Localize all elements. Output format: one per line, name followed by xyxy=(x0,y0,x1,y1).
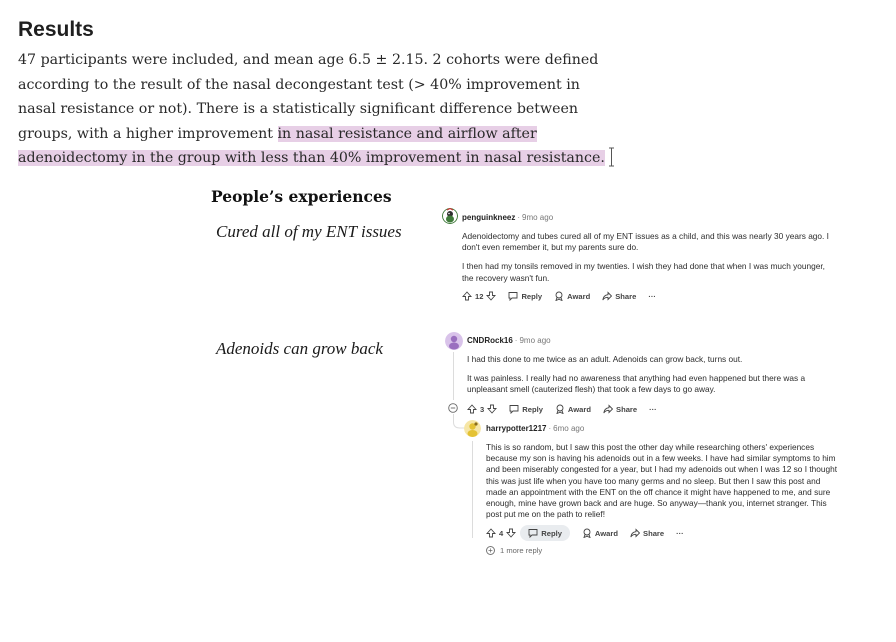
comment-username[interactable]: penguinkneez xyxy=(462,213,515,222)
more-options-icon: ··· xyxy=(649,404,657,414)
share-icon xyxy=(603,404,613,414)
downvote-icon[interactable] xyxy=(487,404,498,414)
share-button[interactable]: Share xyxy=(602,289,636,303)
avatar-harrypotter1217[interactable] xyxy=(464,420,481,437)
comment-paragraph: It was painless. I really had no awarene… xyxy=(467,373,806,395)
more-replies-link[interactable]: + 1 more reply xyxy=(486,546,542,555)
avatar-penguinkneez[interactable] xyxy=(442,208,458,224)
comment-body: Adenoidectomy and tubes cured all of my … xyxy=(462,231,832,292)
share-button[interactable]: Share xyxy=(630,526,664,540)
more-replies-label: 1 more reply xyxy=(500,546,543,555)
share-label: Share xyxy=(643,528,665,538)
upvote-icon[interactable] xyxy=(462,291,472,301)
comment-actions: 12 Reply Award Share ··· xyxy=(462,289,668,303)
share-label: Share xyxy=(616,404,638,414)
quote-grow-back: Adenoids can grow back xyxy=(216,339,383,358)
thread-line[interactable] xyxy=(453,352,454,400)
text-cursor-icon xyxy=(608,147,614,167)
share-icon xyxy=(630,528,640,538)
share-button[interactable]: Share xyxy=(603,402,637,416)
experiences-title: People’s experiences xyxy=(211,187,392,206)
comment-body: I had this done to me twice as an adult.… xyxy=(467,354,817,404)
results-paragraph: 47 participants were included, and mean … xyxy=(18,48,618,171)
reply-icon xyxy=(509,292,518,301)
comment-time: 9mo ago xyxy=(522,213,554,222)
more-options-icon: ··· xyxy=(648,291,656,301)
more-options-icon: ··· xyxy=(676,528,684,538)
award-label: Award xyxy=(567,404,591,414)
award-button[interactable]: Award xyxy=(554,289,590,303)
more-options-button[interactable]: ··· xyxy=(648,290,656,303)
comment-paragraph: This is so random, but I saw this post t… xyxy=(486,442,837,520)
award-button[interactable]: Award xyxy=(582,526,618,540)
results-heading: Results xyxy=(18,18,94,41)
comment-paragraph: I had this done to me twice as an adult.… xyxy=(467,354,743,364)
comment-username[interactable]: harrypotter1217 xyxy=(486,424,546,433)
award-icon xyxy=(556,404,564,414)
award-icon xyxy=(555,291,563,301)
reply-icon xyxy=(509,405,519,414)
upvote-icon[interactable] xyxy=(486,528,496,538)
more-options-button[interactable]: ··· xyxy=(676,527,684,540)
comment-body: This is so random, but I saw this post t… xyxy=(486,442,838,528)
award-icon xyxy=(583,528,591,538)
downvote-icon[interactable] xyxy=(506,528,517,538)
more-options-button[interactable]: ··· xyxy=(649,403,657,416)
upvote-icon[interactable] xyxy=(467,404,477,414)
award-button[interactable]: Award xyxy=(555,402,591,416)
collapse-icon[interactable] xyxy=(448,403,458,413)
comment-time: 6mo ago xyxy=(553,424,585,433)
comment-actions: 3 Reply Award Share ··· xyxy=(467,402,669,416)
reply-label: Reply xyxy=(522,404,543,414)
reply-icon xyxy=(528,529,538,538)
expand-icon: + xyxy=(486,546,495,555)
vote-count: 3 xyxy=(480,404,485,414)
comment-actions: 4 Reply Award Share ··· xyxy=(486,525,696,541)
comment-paragraph: Adenoidectomy and tubes cured all of my … xyxy=(462,231,829,253)
comment-time: 9mo ago xyxy=(519,336,551,345)
avatar-cndrock16[interactable] xyxy=(445,332,463,350)
reply-button[interactable]: Reply xyxy=(520,525,570,541)
vote-count: 4 xyxy=(499,528,504,538)
reply-label: Reply xyxy=(541,528,562,538)
quote-cured: Cured all of my ENT issues xyxy=(216,222,402,241)
reply-button[interactable]: Reply xyxy=(509,402,543,416)
downvote-icon[interactable] xyxy=(486,291,497,301)
reply-button[interactable]: Reply xyxy=(508,289,542,303)
vote-count: 12 xyxy=(475,291,484,301)
comment-username[interactable]: CNDRock16 xyxy=(467,336,513,345)
award-label: Award xyxy=(567,291,591,301)
reply-label: Reply xyxy=(521,291,543,301)
share-icon xyxy=(602,291,613,301)
award-label: Award xyxy=(594,528,618,538)
comment-paragraph: I then had my tonsils removed in my twen… xyxy=(462,261,825,283)
share-label: Share xyxy=(615,291,637,301)
thread-line[interactable] xyxy=(472,441,473,538)
